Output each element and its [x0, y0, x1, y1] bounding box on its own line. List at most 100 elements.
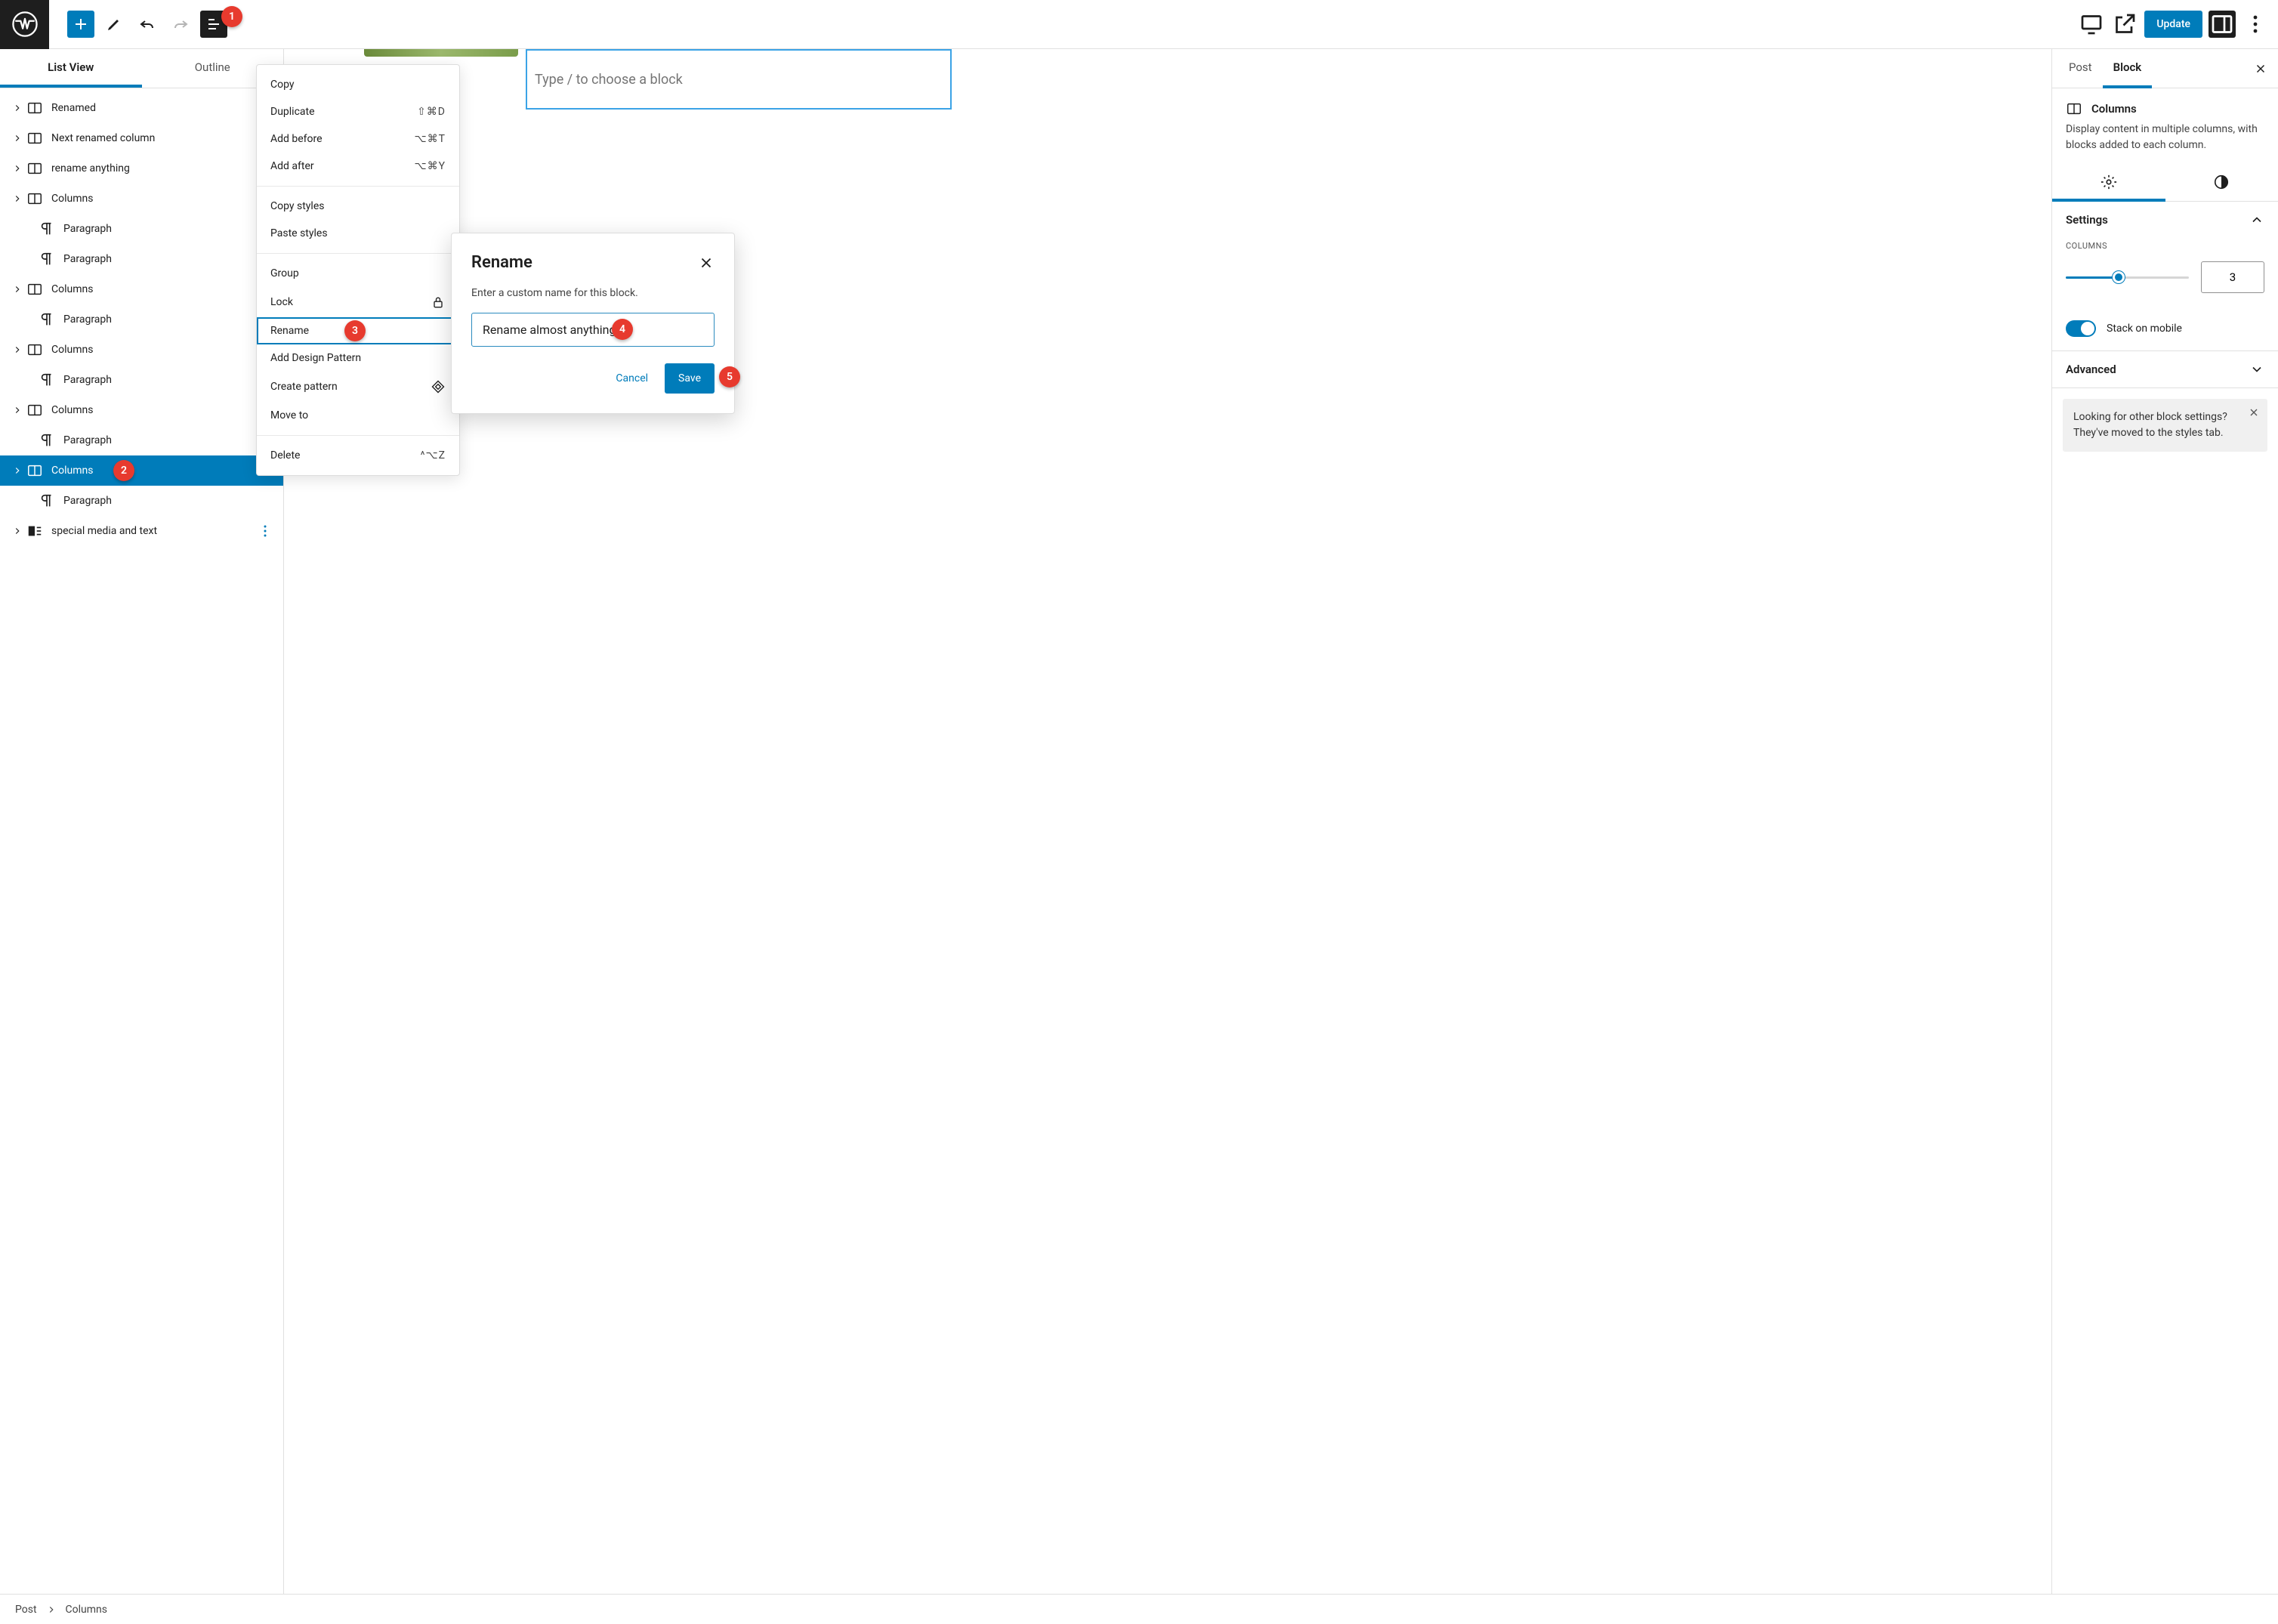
- columns-slider[interactable]: [2066, 270, 2189, 285]
- tree-row-media[interactable]: special media and text: [0, 516, 283, 546]
- undo-button[interactable]: [134, 11, 161, 38]
- columns-icon: [26, 190, 44, 208]
- ctx-paste-styles[interactable]: Paste styles: [257, 220, 459, 247]
- pencil-icon: [105, 15, 123, 33]
- placeholder-text: Type / to choose a block: [535, 72, 683, 88]
- notice-dismiss-button[interactable]: [2248, 406, 2260, 418]
- ctx-rename[interactable]: Rename 3: [257, 317, 459, 344]
- close-icon: [2248, 406, 2260, 418]
- modal-close-button[interactable]: [698, 255, 715, 271]
- ctx-add-design-pattern[interactable]: Add Design Pattern: [257, 344, 459, 372]
- plus-icon: [72, 15, 90, 33]
- paragraph-icon: [38, 250, 56, 268]
- annotation-badge-5: 5: [719, 366, 740, 387]
- ctx-delete[interactable]: Delete^⌥Z: [257, 442, 459, 469]
- columns-number-input[interactable]: [2201, 261, 2264, 293]
- preview-link-button[interactable]: [2111, 11, 2138, 38]
- settings-panel-toggle[interactable]: [2209, 11, 2236, 38]
- tree-row-columns[interactable]: Columns: [0, 184, 283, 214]
- left-tabs: List View Outline: [0, 49, 283, 88]
- ctx-copy[interactable]: Copy: [257, 71, 459, 98]
- topbar-left: 1: [0, 0, 230, 48]
- chevron-right-icon: [46, 1604, 57, 1615]
- redo-button[interactable]: [167, 11, 194, 38]
- ctx-move-to[interactable]: Move to: [257, 402, 459, 429]
- row-options-button[interactable]: [256, 522, 274, 540]
- editor-main: List View Outline Renamed Next renamed co…: [0, 49, 2278, 1594]
- tree-row-paragraph[interactable]: Paragraph: [0, 486, 283, 516]
- breadcrumb-root[interactable]: Post: [15, 1604, 37, 1616]
- tools-button[interactable]: [100, 11, 128, 38]
- tree-row-paragraph[interactable]: Paragraph: [0, 425, 283, 455]
- empty-block-placeholder[interactable]: Type / to choose a block: [526, 49, 952, 110]
- tab-block[interactable]: Block: [2103, 50, 2153, 88]
- chevron-down-icon[interactable]: [2249, 362, 2264, 377]
- close-icon: [2254, 62, 2267, 76]
- chevron-up-icon[interactable]: [2249, 212, 2264, 227]
- view-button[interactable]: [2078, 11, 2105, 38]
- image-block-fragment: [364, 49, 518, 57]
- tree-row-columns[interactable]: Renamed: [0, 93, 283, 123]
- tree-row-paragraph[interactable]: Paragraph: [0, 304, 283, 335]
- rename-input[interactable]: [471, 313, 715, 347]
- subtab-settings[interactable]: [2052, 165, 2165, 202]
- tree-row-paragraph[interactable]: Paragraph: [0, 214, 283, 244]
- ctx-add-after[interactable]: Add after⌥⌘Y: [257, 153, 459, 180]
- ctx-create-pattern[interactable]: Create pattern: [257, 372, 459, 402]
- add-block-button[interactable]: [67, 11, 94, 38]
- tree-row-label: Columns: [51, 344, 93, 356]
- editor-topbar: 1 Update: [0, 0, 2278, 49]
- columns-icon: [26, 280, 44, 298]
- expand-toggle[interactable]: [9, 405, 26, 415]
- annotation-badge-2: 2: [113, 460, 134, 481]
- block-description: Display content in multiple columns, wit…: [2066, 122, 2264, 153]
- wordpress-logo[interactable]: [0, 0, 49, 49]
- tree-row-columns[interactable]: Columns: [0, 395, 283, 425]
- tab-list-view[interactable]: List View: [0, 49, 142, 88]
- expand-toggle[interactable]: [9, 526, 26, 536]
- tree-row-label: special media and text: [51, 525, 157, 537]
- paragraph-icon: [38, 492, 56, 510]
- columns-icon: [2066, 100, 2082, 117]
- columns-icon: [26, 341, 44, 359]
- ctx-lock[interactable]: Lock: [257, 287, 459, 317]
- kbd-add-after: ⌥⌘Y: [414, 160, 446, 172]
- modal-cancel-button[interactable]: Cancel: [613, 365, 651, 392]
- expand-toggle[interactable]: [9, 344, 26, 355]
- breadcrumb: Post Columns: [0, 1594, 2278, 1624]
- tree-row-paragraph[interactable]: Paragraph: [0, 244, 283, 274]
- kbd-delete: ^⌥Z: [421, 449, 446, 462]
- tree-row-columns[interactable]: Next renamed column: [0, 123, 283, 153]
- columns-icon: [26, 159, 44, 178]
- ctx-duplicate[interactable]: Duplicate⇧⌘D: [257, 98, 459, 125]
- tree-row-label: Renamed: [51, 102, 96, 114]
- expand-toggle[interactable]: [9, 103, 26, 113]
- tab-post[interactable]: Post: [2058, 50, 2103, 88]
- tree-row-columns[interactable]: rename anything: [0, 153, 283, 184]
- subtab-styles[interactable]: [2165, 165, 2278, 202]
- options-button[interactable]: [2242, 11, 2269, 38]
- list-view-toggle-button[interactable]: 1: [200, 11, 227, 38]
- modal-save-button[interactable]: Save: [665, 363, 715, 394]
- ctx-group[interactable]: Group: [257, 260, 459, 287]
- update-button[interactable]: Update: [2144, 11, 2202, 38]
- tree-row-columns[interactable]: Columns 2: [0, 455, 283, 486]
- tree-row-paragraph[interactable]: Paragraph: [0, 365, 283, 395]
- tree-row-columns[interactable]: Columns: [0, 274, 283, 304]
- columns-icon: [26, 462, 44, 480]
- advanced-heading: Advanced: [2066, 363, 2116, 376]
- ctx-add-before[interactable]: Add before⌥⌘T: [257, 125, 459, 153]
- expand-toggle[interactable]: [9, 193, 26, 204]
- expand-toggle[interactable]: [9, 163, 26, 174]
- modal-title: Rename: [471, 253, 532, 272]
- tree-row-label: Columns: [51, 465, 93, 477]
- annotation-badge-1: 1: [221, 6, 242, 27]
- close-panel-button[interactable]: [2249, 57, 2272, 80]
- expand-toggle[interactable]: [9, 465, 26, 476]
- expand-toggle[interactable]: [9, 284, 26, 295]
- ctx-copy-styles[interactable]: Copy styles: [257, 193, 459, 220]
- stack-on-mobile-toggle[interactable]: [2066, 320, 2096, 337]
- tree-row-columns[interactable]: Columns: [0, 335, 283, 365]
- expand-toggle[interactable]: [9, 133, 26, 144]
- block-tree: Renamed Next renamed columnrename anythin…: [0, 88, 283, 1594]
